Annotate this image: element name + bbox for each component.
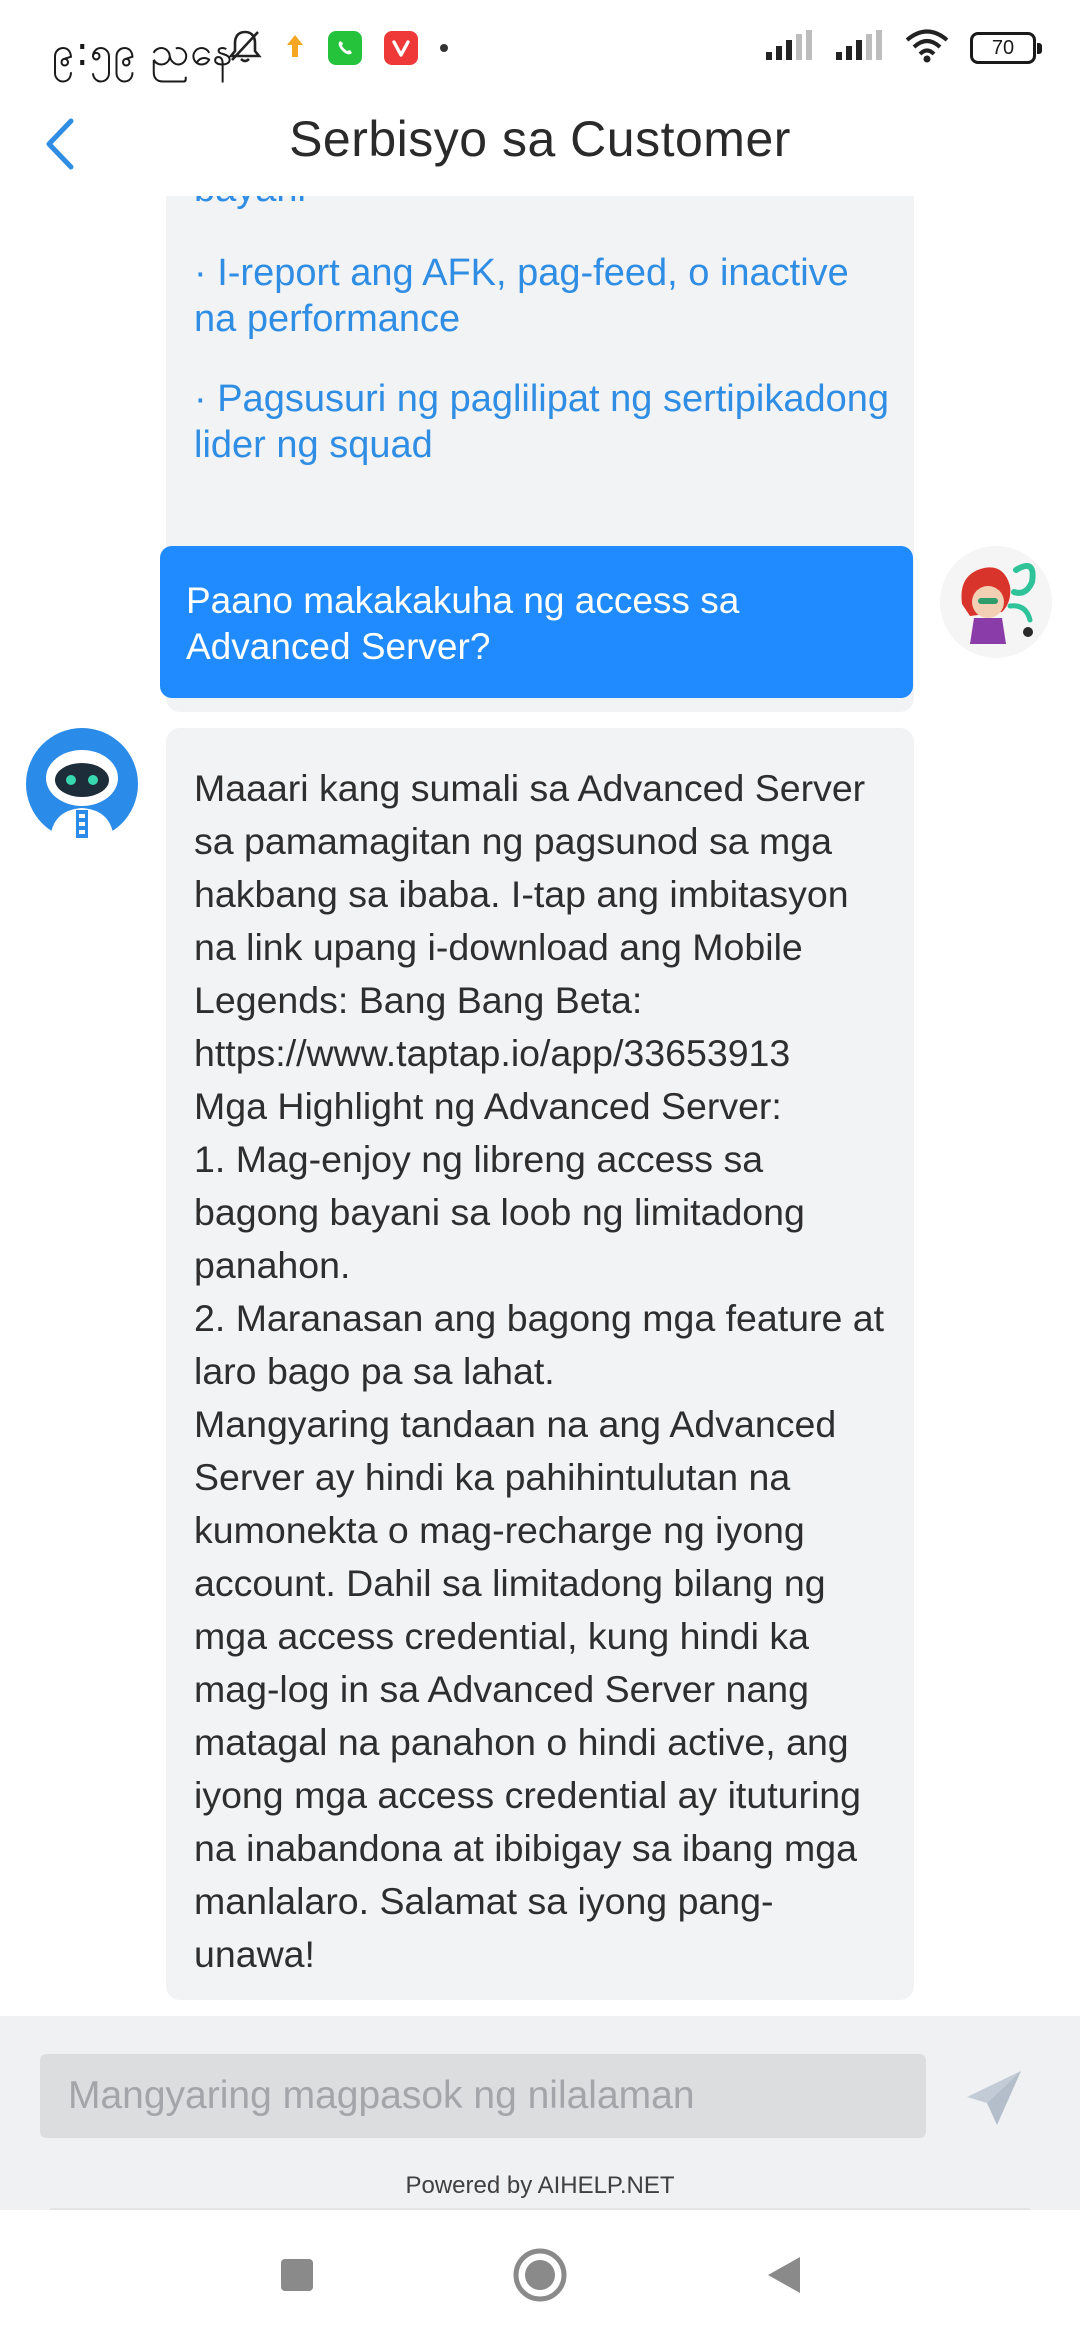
upload-arrow-icon bbox=[284, 31, 306, 66]
vivaldi-icon bbox=[384, 31, 418, 65]
user-avatar[interactable] bbox=[940, 546, 1052, 658]
status-time: ၉:၅၉ ညနေ bbox=[52, 29, 234, 75]
faq-link[interactable]: · Pagsusuri ng paglilipat ng sertipikado… bbox=[194, 376, 892, 468]
notification-dot-icon bbox=[440, 44, 448, 52]
chat-area[interactable]: bayani · I-report ang AFK, pag-feed, o i… bbox=[0, 196, 1080, 2016]
battery-icon: 70 bbox=[970, 32, 1042, 64]
square-icon bbox=[279, 2257, 315, 2298]
bot-avatar bbox=[26, 728, 138, 840]
bot-message-bubble: Maaari kang sumali sa Advanced Server sa… bbox=[166, 728, 914, 2000]
faq-link[interactable]: · I-report ang AFK, pag-feed, o inactive… bbox=[194, 250, 892, 342]
signal-icon bbox=[764, 29, 814, 67]
whatsapp-icon bbox=[328, 31, 362, 65]
page-title: Serbisyo sa Customer bbox=[289, 111, 791, 167]
home-button[interactable] bbox=[505, 2242, 575, 2312]
system-nav-bar bbox=[0, 2210, 1080, 2340]
send-button[interactable] bbox=[960, 2066, 1028, 2134]
send-icon bbox=[963, 2067, 1025, 2134]
wifi-icon bbox=[904, 29, 950, 68]
header: Serbisyo sa Customer bbox=[0, 96, 1080, 196]
user-message-row: Paano makakakuha ng access sa Advanced S… bbox=[0, 546, 1080, 704]
bell-off-icon bbox=[228, 28, 262, 69]
status-icons-left bbox=[228, 26, 448, 70]
user-message-bubble: Paano makakakuha ng access sa Advanced S… bbox=[160, 546, 913, 698]
back-nav-button[interactable] bbox=[748, 2242, 818, 2312]
signal-icon bbox=[834, 29, 884, 67]
status-icons-right: 70 bbox=[764, 26, 1042, 70]
recents-button[interactable] bbox=[262, 2242, 332, 2312]
status-bar: ၉:၅၉ ညနေ 70 bbox=[0, 0, 1080, 96]
faq-link-partial[interactable]: bayani bbox=[194, 196, 306, 212]
input-bar: Powered by AIHELP.NET bbox=[0, 2016, 1080, 2210]
triangle-back-icon bbox=[764, 2255, 802, 2300]
powered-by-label: Powered by AIHELP.NET bbox=[405, 2172, 675, 2199]
circle-icon bbox=[513, 2248, 567, 2307]
bot-message-text: Maaari kang sumali sa Advanced Server sa… bbox=[194, 767, 885, 1975]
message-input[interactable] bbox=[40, 2054, 926, 2138]
